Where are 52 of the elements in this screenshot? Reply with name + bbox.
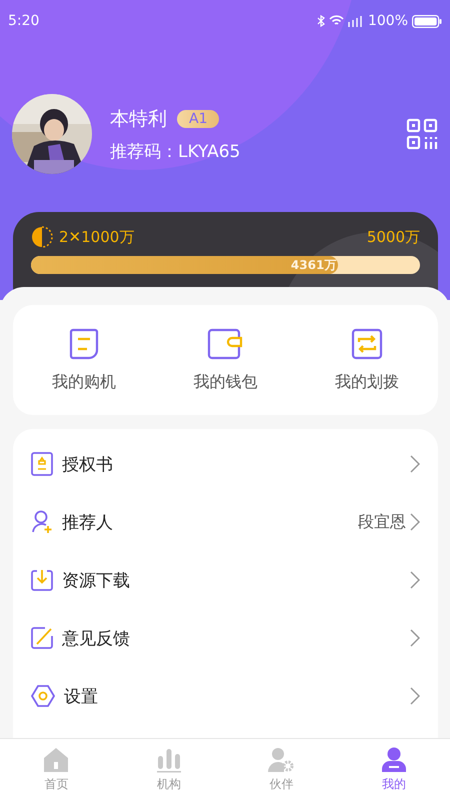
wallet-icon	[207, 328, 244, 360]
shortcut-label: 我的划拨	[335, 372, 400, 392]
chevron-right-icon	[410, 687, 420, 705]
menu-label: 意见反馈	[62, 628, 131, 650]
user-icon	[380, 746, 407, 772]
wifi-icon	[328, 15, 344, 27]
chevron-right-icon	[410, 513, 420, 531]
target-label: 2✕1000万	[59, 228, 134, 246]
tab-label: 伙伴	[269, 776, 294, 792]
battery-icon	[412, 14, 442, 28]
user-name: 本特利	[110, 106, 167, 132]
menu-label: 授权书	[62, 454, 114, 476]
shortcut-label: 我的购机	[52, 372, 116, 392]
menu-label: 设置	[64, 686, 99, 708]
user-add-icon	[31, 510, 53, 534]
referrer-name: 段宜恩	[358, 512, 406, 532]
referral-code: 推荐码：LKYA65	[110, 140, 242, 162]
menu-item[interactable]: 意见反馈	[31, 609, 420, 667]
download-icon	[31, 569, 53, 591]
settings-icon	[31, 685, 55, 707]
shortcut-item[interactable]: 我的钱包	[170, 328, 280, 392]
qr-code-icon[interactable]	[406, 118, 438, 150]
menu-label: 推荐人	[62, 512, 114, 534]
menu-item[interactable]: 授权书	[31, 435, 420, 493]
menu-item[interactable]: 设置	[31, 667, 420, 725]
tab-label: 我的	[382, 776, 406, 792]
tab-label: 首页	[44, 776, 68, 792]
shortcut-item[interactable]: 我的购机	[28, 328, 139, 392]
transfer-icon	[351, 328, 384, 360]
tab-label: 机构	[156, 776, 181, 792]
chevron-right-icon	[410, 571, 420, 589]
home-icon	[43, 746, 70, 772]
chevron-right-icon	[410, 455, 420, 473]
chevron-right-icon	[410, 629, 420, 647]
menu-label: 资源下载	[62, 570, 131, 592]
total-label: 5000万	[366, 228, 420, 246]
tab-item[interactable]: 我的	[338, 739, 450, 800]
certificate-icon	[31, 452, 53, 476]
signal-icon	[348, 15, 364, 27]
bluetooth-icon	[316, 15, 325, 27]
menu-item[interactable]: 资源下载	[31, 551, 420, 609]
edit-icon	[31, 627, 53, 649]
bar-chart-icon	[156, 746, 182, 772]
battery-percent: 100%	[368, 13, 408, 29]
clock-time: 5:20	[8, 13, 40, 29]
half-circle-icon	[31, 226, 53, 248]
menu-item[interactable]: 推荐人 段宜恩	[31, 493, 420, 551]
user-gear-icon	[267, 746, 296, 772]
shortcut-label: 我的钱包	[193, 372, 258, 392]
document-icon	[68, 328, 100, 360]
shortcut-item[interactable]: 我的划拨	[312, 328, 422, 392]
progress-value: 4361万	[290, 256, 336, 274]
